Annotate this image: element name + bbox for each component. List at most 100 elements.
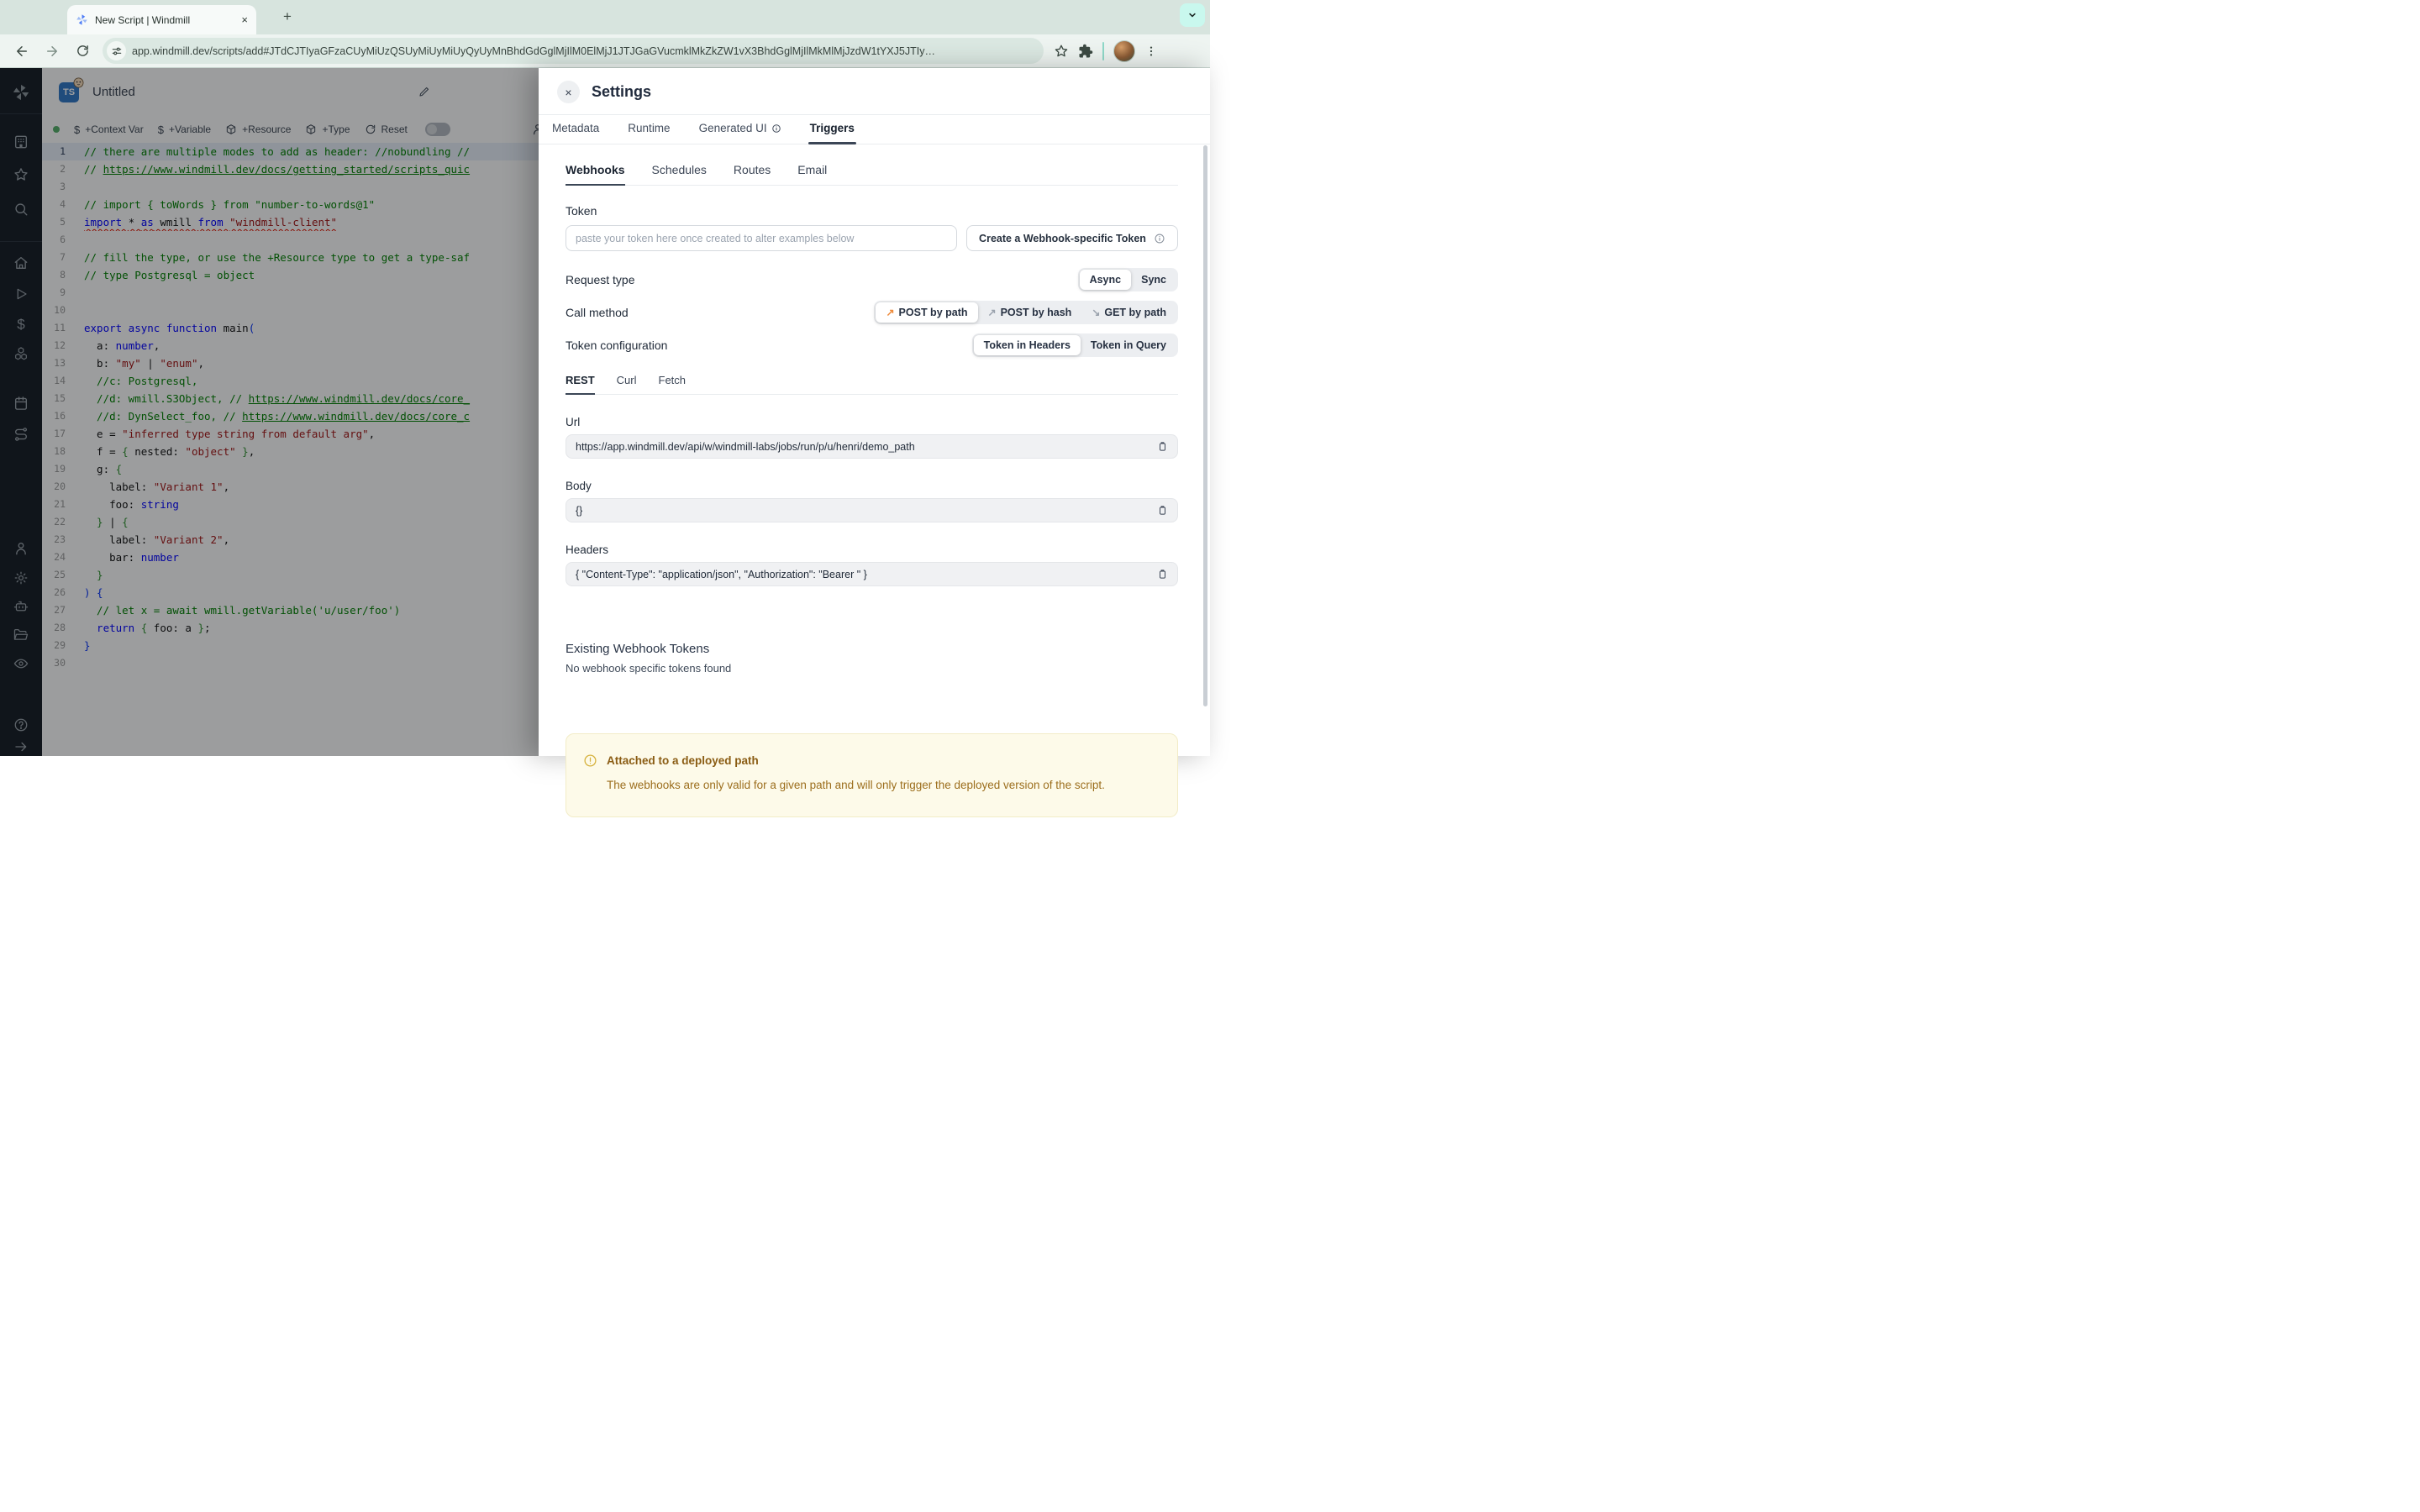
new-tab-button[interactable]: + xyxy=(277,7,297,27)
site-settings-icon[interactable] xyxy=(107,41,126,60)
code-line[interactable]: 16 //d: DynSelect_foo, // https://www.wi… xyxy=(42,407,539,425)
sidebar-item-help-icon[interactable] xyxy=(13,717,29,733)
code-line[interactable]: 4// import { toWords } from "number-to-w… xyxy=(42,196,539,213)
url-field[interactable]: https://app.windmill.dev/api/w/windmill-… xyxy=(566,434,1178,459)
window-chevron-button[interactable] xyxy=(1180,3,1205,27)
add-variable-button[interactable]: $ +Variable xyxy=(158,123,211,135)
option-token-in-query[interactable]: Token in Query xyxy=(1081,335,1176,355)
sidebar-item-home-icon[interactable] xyxy=(13,255,29,271)
tab-close-icon[interactable]: × xyxy=(241,13,248,26)
sidebar-item-favorites-star-icon[interactable] xyxy=(13,167,29,183)
sidebar-expand-arrow-icon[interactable] xyxy=(13,739,29,754)
add-resource-button[interactable]: +Resource xyxy=(225,123,291,135)
body-field[interactable]: {} xyxy=(566,498,1178,522)
close-drawer-button[interactable]: × xyxy=(557,81,580,103)
drawer-scrollbar[interactable] xyxy=(1203,145,1207,706)
option-sync[interactable]: Sync xyxy=(1131,270,1176,290)
bookmark-star-icon[interactable] xyxy=(1054,44,1069,59)
add-type-button[interactable]: +Type xyxy=(305,123,350,135)
ai-toggle[interactable] xyxy=(424,123,450,136)
code-line[interactable]: 27 // let x = await wmill.getVariable('u… xyxy=(42,601,539,619)
copy-clipboard-icon[interactable] xyxy=(1157,441,1168,452)
code-line[interactable]: 17 e = "inferred type string from defaul… xyxy=(42,425,539,443)
browser-tab[interactable]: New Script | Windmill × xyxy=(67,5,256,34)
tab-runtime[interactable]: Runtime xyxy=(626,115,671,144)
sidebar-item-search-icon[interactable] xyxy=(13,202,29,218)
code-line[interactable]: 1// there are multiple modes to add as h… xyxy=(42,143,539,160)
assistant-person-icon[interactable] xyxy=(531,123,539,136)
sidebar-item-routes-icon[interactable] xyxy=(13,427,29,443)
copy-clipboard-icon[interactable] xyxy=(1157,569,1168,580)
code-line[interactable]: 24 bar: number xyxy=(42,549,539,566)
code-line[interactable]: 23 label: "Variant 2", xyxy=(42,531,539,549)
forward-button[interactable] xyxy=(41,40,63,62)
tab-routes[interactable]: Routes xyxy=(734,163,771,185)
code-line[interactable]: 22 } | { xyxy=(42,513,539,531)
code-line[interactable]: 2// https://www.windmill.dev/docs/gettin… xyxy=(42,160,539,178)
code-line[interactable]: 12 a: number, xyxy=(42,337,539,354)
sidebar-item-settings-gear-icon[interactable] xyxy=(13,570,29,586)
code-line[interactable]: 3 xyxy=(42,178,539,196)
url-text[interactable]: app.windmill.dev/scripts/add#JTdCJTIyaGF… xyxy=(132,45,1039,57)
tab-webhooks[interactable]: Webhooks xyxy=(566,163,625,186)
create-webhook-token-button[interactable]: Create a Webhook-specific Token xyxy=(966,225,1178,251)
code-line[interactable]: 5 import * as wmill from "windmill-client… xyxy=(42,213,539,231)
option-token-in-headers[interactable]: Token in Headers xyxy=(973,335,1081,355)
tab-fetch[interactable]: Fetch xyxy=(659,374,687,394)
token-input[interactable] xyxy=(566,225,957,251)
sidebar-item-resources-cubes-icon[interactable] xyxy=(13,346,29,362)
reset-button[interactable]: Reset xyxy=(365,123,408,135)
code-line[interactable]: 20 label: "Variant 1", xyxy=(42,478,539,496)
tab-metadata[interactable]: Metadata xyxy=(550,115,601,144)
tab-curl[interactable]: Curl xyxy=(617,374,637,394)
sidebar-item-variables-dollar-icon[interactable]: $ xyxy=(17,318,24,332)
code-line[interactable]: 21 foo: string xyxy=(42,496,539,513)
code-line[interactable]: 10 xyxy=(42,302,539,319)
code-line[interactable]: 13 b: "my" | "enum", xyxy=(42,354,539,372)
sidebar-divider xyxy=(0,241,42,242)
tab-rest[interactable]: REST xyxy=(566,374,595,395)
sidebar-item-workspace-icon[interactable] xyxy=(13,134,29,150)
code-line[interactable]: 15 //d: wmill.S3Object, // https://www.w… xyxy=(42,390,539,407)
profile-avatar[interactable] xyxy=(1113,39,1135,62)
back-button[interactable] xyxy=(11,40,33,62)
package-icon xyxy=(226,124,236,134)
code-line[interactable]: 6 xyxy=(42,231,539,249)
copy-clipboard-icon[interactable] xyxy=(1157,505,1168,516)
sidebar-item-runs-play-icon[interactable] xyxy=(13,286,29,302)
code-line[interactable]: 19 g: { xyxy=(42,460,539,478)
add-context-var-button[interactable]: $ +Context Var xyxy=(74,123,144,135)
reload-button[interactable] xyxy=(71,40,93,62)
windmill-logo-icon xyxy=(12,83,30,102)
sidebar-item-workers-robot-icon[interactable] xyxy=(13,599,29,615)
kebab-menu-icon[interactable] xyxy=(1144,45,1158,58)
tab-schedules[interactable]: Schedules xyxy=(652,163,707,185)
url-bar[interactable]: app.windmill.dev/scripts/add#JTdCJTIyaGF… xyxy=(103,38,1044,64)
code-line[interactable]: 25 } xyxy=(42,566,539,584)
code-line[interactable]: 11 export async function main( xyxy=(42,319,539,337)
tab-triggers[interactable]: Triggers xyxy=(808,115,857,144)
option-get-by-path[interactable]: ↘ GET by path xyxy=(1081,302,1176,323)
sidebar-item-users-person-icon[interactable] xyxy=(13,541,29,557)
sidebar-item-audit-eye-icon[interactable] xyxy=(13,656,29,672)
option-post-by-hash[interactable]: ↗ POST by hash xyxy=(978,302,1082,323)
code-line[interactable]: 30 xyxy=(42,654,539,672)
code-line[interactable]: 26) { xyxy=(42,584,539,601)
headers-field[interactable]: { "Content-Type": "application/json", "A… xyxy=(566,562,1178,586)
option-async[interactable]: Async xyxy=(1079,270,1132,290)
code-line[interactable]: 7// fill the type, or use the +Resource … xyxy=(42,249,539,266)
tab-email[interactable]: Email xyxy=(797,163,827,185)
script-title[interactable]: Untitled xyxy=(92,85,135,99)
option-post-by-path[interactable]: ↗ POST by path xyxy=(876,302,978,323)
code-line[interactable]: 9 xyxy=(42,284,539,302)
edit-title-pencil-icon[interactable] xyxy=(418,85,431,98)
sidebar-item-schedules-calendar-icon[interactable] xyxy=(13,396,29,412)
code-line[interactable]: 18 f = { nested: "object" }, xyxy=(42,443,539,460)
code-line[interactable]: 28 return { foo: a }; xyxy=(42,619,539,637)
tab-generated-ui[interactable]: Generated UI xyxy=(697,115,783,144)
code-line[interactable]: 8// type Postgresql = object xyxy=(42,266,539,284)
extensions-puzzle-icon[interactable] xyxy=(1078,44,1093,59)
code-line[interactable]: 29} xyxy=(42,637,539,654)
sidebar-item-folders-icon[interactable] xyxy=(13,627,29,643)
code-line[interactable]: 14 //c: Postgresql, xyxy=(42,372,539,390)
